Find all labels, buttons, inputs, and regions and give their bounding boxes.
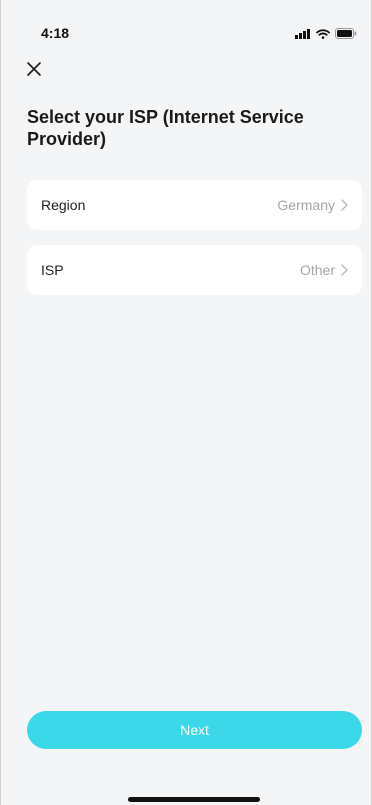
isp-row[interactable]: ISP Other (27, 245, 362, 295)
home-indicator (128, 797, 260, 802)
wifi-icon (316, 26, 330, 44)
next-button[interactable]: Next (27, 711, 362, 749)
region-value: Germany (277, 197, 335, 213)
status-icons (295, 26, 357, 44)
region-row[interactable]: Region Germany (27, 180, 362, 230)
page-title: Select your ISP (Internet Service Provid… (27, 107, 304, 149)
chevron-right-icon (341, 199, 348, 211)
status-bar: 4:18 (1, 0, 371, 52)
isp-label: ISP (41, 262, 64, 278)
cellular-signal-icon (295, 26, 311, 44)
status-time: 4:18 (41, 25, 70, 41)
close-icon (27, 62, 41, 76)
chevron-right-icon (341, 264, 348, 276)
isp-value: Other (299, 262, 335, 278)
region-label: Region (41, 197, 86, 213)
screen: 4:18 Select your ISP (Internet Service P… (0, 0, 372, 805)
battery-icon (335, 26, 357, 44)
region-value-group: Germany (277, 197, 348, 213)
close-button[interactable] (23, 58, 45, 80)
isp-value-group: Other (300, 262, 348, 278)
